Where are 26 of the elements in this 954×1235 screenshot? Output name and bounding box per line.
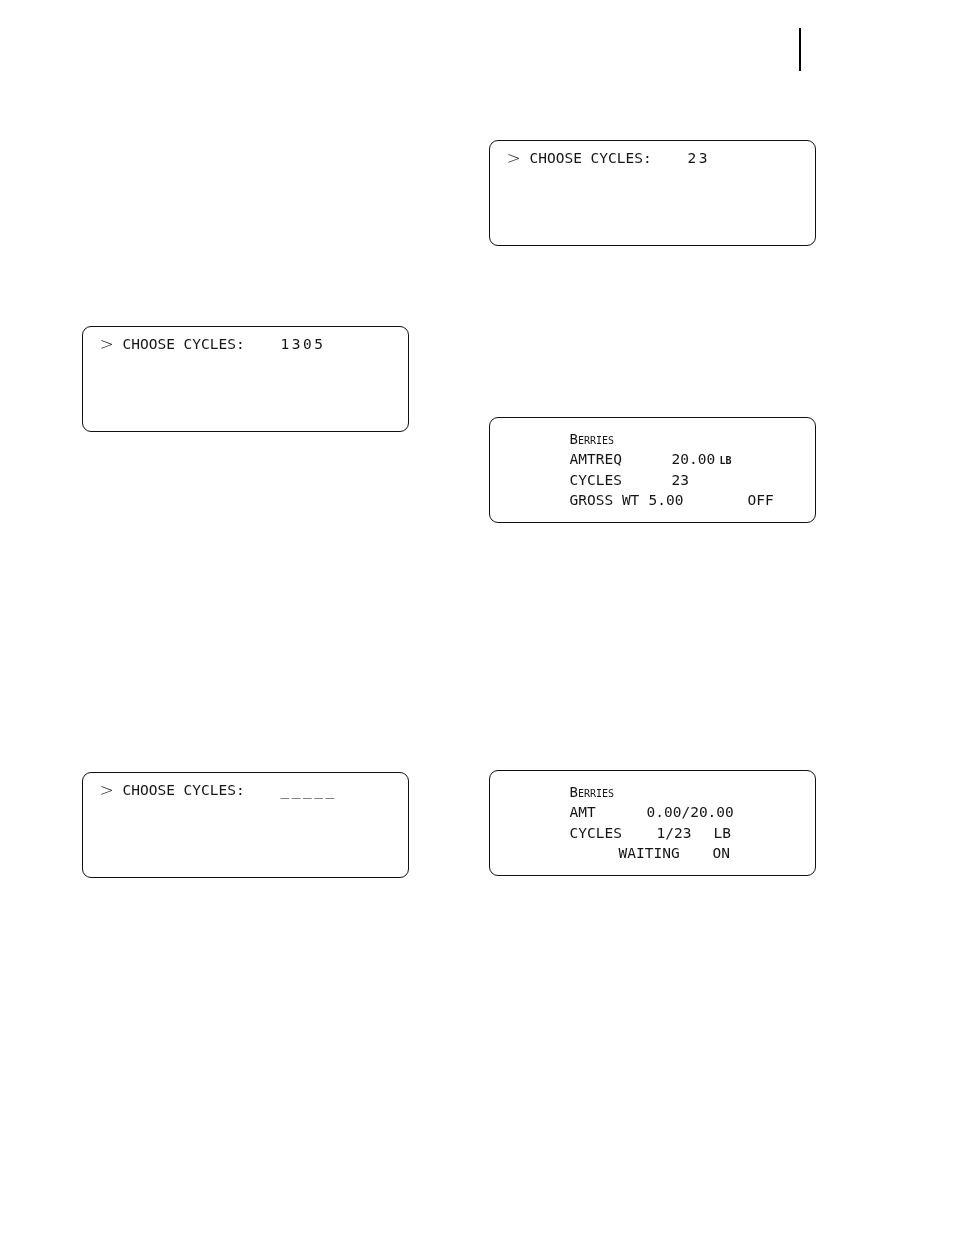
field-label: WAITING [618,844,680,864]
field-value: LB [713,823,731,843]
product-name: Berries [569,783,615,802]
prompt-cursor: > [99,334,114,354]
field-value: 1/23 [656,823,692,843]
field-label: AMT [569,803,596,823]
prompt-label: CHOOSE CYCLES: [122,335,245,354]
prompt-label: CHOOSE CYCLES: [122,781,245,800]
field-value: OFF [747,491,774,511]
field-label: CYCLES [569,470,622,490]
unit-label: LB [719,454,732,469]
prompt-value: 1305 [280,335,326,354]
field-value: 23 [671,470,689,490]
field-value: 20.00 [671,450,716,470]
field-label: AMTREQ [569,450,622,470]
field-label: GROSS WT [569,491,640,511]
prompt-label: CHOOSE CYCLES: [529,149,652,168]
prompt-cursor: > [506,148,521,168]
field-label: CYCLES [569,823,622,843]
prompt-value: 23 [687,149,710,168]
field-value: ON [712,844,730,864]
field-value: 5.00 [648,491,684,511]
prompt-value: _____ [280,781,337,800]
field-value: 0.00/20.00 [646,803,734,823]
product-name: Berries [569,430,615,449]
prompt-cursor: > [99,780,114,800]
